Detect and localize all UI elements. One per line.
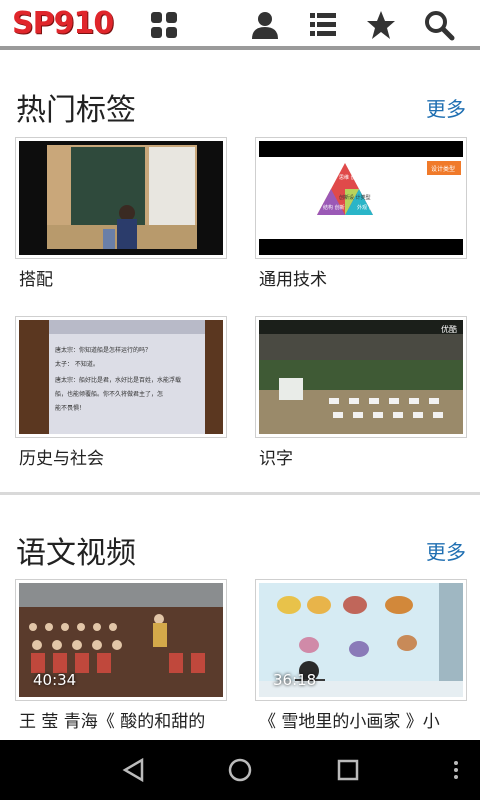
more-link[interactable]: 更多 [426, 536, 466, 565]
grid-icon[interactable] [145, 6, 183, 44]
video-duration: 40:34 [33, 671, 77, 689]
video-thumbnail[interactable]: 40:34 [15, 579, 227, 701]
app-screen: SP910 热门标签 更多 搭配 思维 创新 创新设 计类型 结构 创新 外观 … [0, 0, 480, 800]
card-caption: 《 雪地里的小画家 》小 [259, 712, 440, 732]
card-caption: 通用技术 [259, 270, 327, 290]
system-navigation-bar [0, 740, 480, 800]
search-icon[interactable] [420, 6, 458, 44]
section-header-hot-tags: 热门标签 更多 [0, 75, 480, 135]
section-header-chinese-videos: 语文视频 更多 [0, 518, 480, 578]
video-thumbnail[interactable]: 优酷 [255, 316, 467, 438]
section-divider [0, 492, 480, 495]
doc-line: 唐太宗：你知道船是怎样运行的吗？ [55, 346, 151, 354]
section-title: 热门标签 [16, 93, 136, 128]
pyramid-center-label: 创新设 计类型 [339, 194, 371, 201]
pyramid-left-label: 结构 创新 [323, 204, 345, 211]
video-thumbnail[interactable]: 唐太宗：你知道船是怎样运行的吗？ 太子： 不知道。 唐太宗：船好比是君，水好比是… [15, 316, 227, 438]
slide-tag-label: 设计类型 [431, 165, 455, 173]
video-duration: 36:18 [273, 671, 317, 689]
video-thumbnail[interactable]: 36:18 [255, 579, 467, 701]
recents-icon[interactable] [332, 754, 364, 786]
video-thumbnail[interactable] [15, 137, 227, 259]
list-icon[interactable] [304, 6, 342, 44]
card-caption: 识字 [259, 449, 293, 469]
more-link[interactable]: 更多 [426, 93, 466, 122]
card-caption: 王 莹 青海《 酸的和甜的 [19, 712, 206, 732]
doc-line: 能不畏惧！ [55, 404, 85, 412]
back-icon[interactable] [118, 754, 150, 786]
section-title: 语文视频 [16, 536, 136, 571]
home-icon[interactable] [224, 754, 256, 786]
video-thumbnail[interactable]: 思维 创新 创新设 计类型 结构 创新 外观 创新 设计类型 [255, 137, 467, 259]
star-icon[interactable] [362, 6, 400, 44]
menu-dots-icon[interactable] [440, 754, 472, 786]
top-toolbar: SP910 [0, 0, 480, 50]
card-caption: 历史与社会 [19, 449, 104, 469]
app-logo[interactable]: SP910 [12, 6, 114, 41]
doc-line: 船，也能倾覆船。你不久将做君主了，怎 [55, 390, 163, 398]
user-icon[interactable] [246, 6, 284, 44]
card-caption: 搭配 [19, 270, 53, 290]
doc-line: 唐太宗：船好比是君，水好比是百姓，水能浮载 [55, 376, 181, 384]
pyramid-right-label: 外观 创新 [357, 204, 379, 211]
doc-line: 太子： 不知道。 [55, 360, 99, 368]
thumb-overlay-label: 优酷 [441, 324, 457, 334]
pyramid-top-label: 思维 创新 [339, 174, 361, 181]
